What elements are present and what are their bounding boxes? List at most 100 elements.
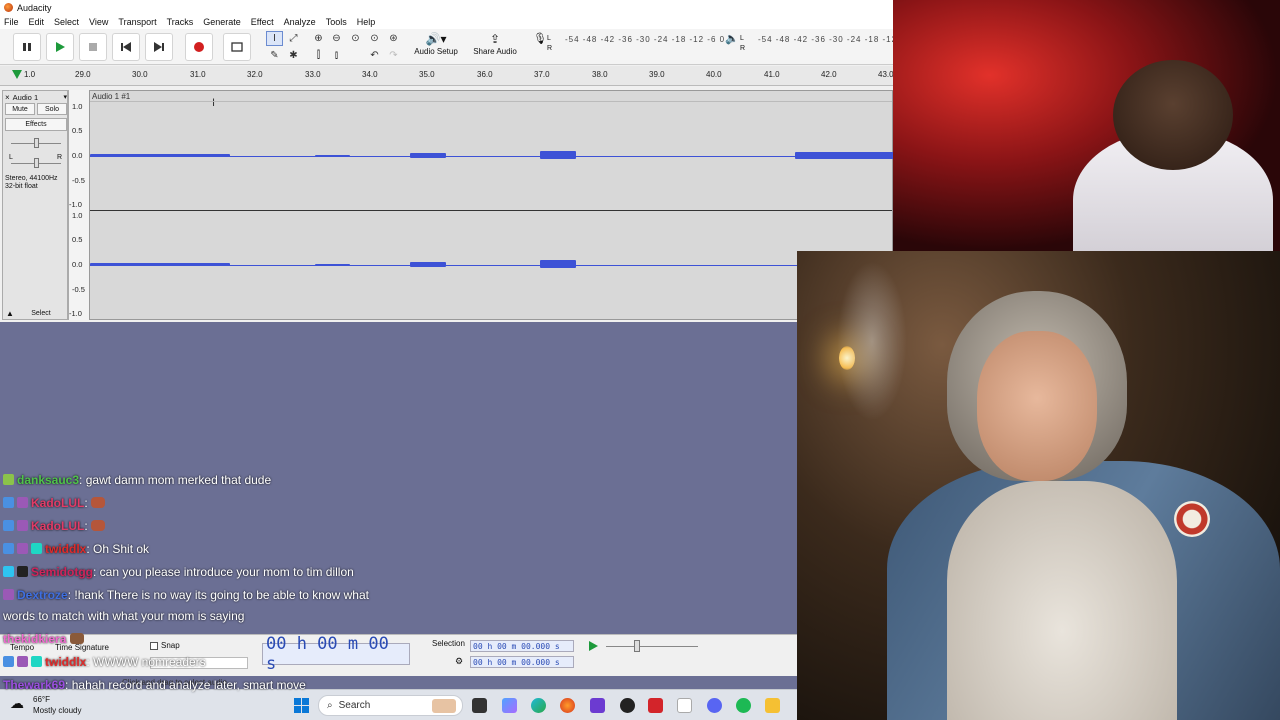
- ruler-tick: 38.0: [592, 70, 608, 79]
- task-view-icon[interactable]: [472, 698, 487, 713]
- selection-end-field[interactable]: 00 h 00 m 00.000 s: [470, 656, 574, 668]
- menu-help[interactable]: Help: [357, 17, 376, 27]
- obs-icon[interactable]: [620, 698, 635, 713]
- close-track-icon[interactable]: ×: [5, 93, 10, 102]
- taskbar-search-box[interactable]: ⌕ Search: [318, 695, 463, 716]
- silence-button[interactable]: ⫾: [328, 48, 345, 63]
- meter-l-label: L: [547, 35, 551, 42]
- scale-label: 0.0: [72, 151, 83, 160]
- timeline-ruler[interactable]: 1.0 29.0 30.0 31.0 32.0 33.0 34.0 35.0 3…: [0, 66, 894, 86]
- audio-setup-button[interactable]: 🔊▾ Audio Setup: [412, 31, 460, 63]
- speaker-meter-icon: 🔈: [725, 33, 739, 45]
- multi-tool[interactable]: ✱: [285, 48, 302, 63]
- playback-meter[interactable]: -54 -48 -42 -36 -30 -24 -18 -12 -6 L R: [740, 31, 908, 57]
- zoom-out-icon: ⊖: [332, 33, 341, 44]
- ruler-tick: 35.0: [419, 70, 435, 79]
- play-speed-thumb[interactable]: [634, 640, 640, 652]
- chat-badge-icon: [3, 520, 14, 531]
- track-name-row[interactable]: × Audio 1 ▾: [5, 92, 67, 102]
- undo-button[interactable]: ↶: [366, 48, 383, 63]
- waveform-clip[interactable]: Audio 1 #1 I: [89, 90, 894, 320]
- chat-message: thekidkiera: [3, 632, 84, 646]
- chat-badge-icon: [3, 566, 14, 577]
- ruler-tick: 33.0: [305, 70, 321, 79]
- chat-username: KadoLUL: [31, 519, 85, 533]
- webcam-feed: [893, 0, 1280, 251]
- app-icon[interactable]: [590, 698, 605, 713]
- search-placeholder: Search: [338, 700, 371, 711]
- pan-slider-thumb[interactable]: [34, 158, 39, 168]
- selection-tool[interactable]: I: [266, 31, 283, 46]
- discord-icon[interactable]: [707, 698, 722, 713]
- menu-view[interactable]: View: [89, 17, 108, 27]
- spotify-icon[interactable]: [736, 698, 751, 713]
- chat-message: words to match with what your mom is say…: [3, 609, 244, 623]
- zoom-in-button[interactable]: ⊕: [310, 31, 327, 46]
- vertical-scale[interactable]: 1.0 0.5 0.0 -0.5 -1.0 1.0 0.5 0.0 -0.5 -…: [68, 90, 89, 320]
- menu-edit[interactable]: Edit: [29, 17, 45, 27]
- fit-selection-button[interactable]: ⊙: [347, 31, 364, 46]
- menu-effect[interactable]: Effect: [251, 17, 274, 27]
- gain-slider-thumb[interactable]: [34, 138, 39, 148]
- zoom-toggle-button[interactable]: ⊛: [385, 31, 402, 46]
- settings-gear-icon[interactable]: ⚙: [455, 656, 463, 667]
- selection-label: Selection: [432, 639, 465, 648]
- pause-button[interactable]: [13, 33, 41, 61]
- ruler-tick: 39.0: [649, 70, 665, 79]
- record-meter[interactable]: -54 -48 -42 -36 -30 -24 -18 -12 -6 0 L R: [547, 31, 724, 57]
- windows-start-icon[interactable]: [294, 698, 309, 713]
- chat-text: : hahah record and analyze later, smart …: [65, 678, 306, 692]
- clip-name[interactable]: Audio 1 #1: [92, 92, 130, 101]
- time-display[interactable]: 00 h 00 m 00 s: [262, 634, 410, 674]
- effects-button[interactable]: Effects: [5, 118, 67, 131]
- track-menu-chevron-icon[interactable]: ▾: [63, 93, 67, 101]
- fit-project-button[interactable]: ⊙: [366, 31, 383, 46]
- menu-select[interactable]: Select: [54, 17, 79, 27]
- scale-label: 0.5: [72, 235, 83, 244]
- edge-icon[interactable]: [531, 698, 546, 713]
- skip-start-icon: [121, 42, 131, 52]
- skip-to-start-button[interactable]: [112, 33, 140, 61]
- share-audio-button[interactable]: ⇪ Share Audio: [470, 31, 520, 63]
- loop-button[interactable]: [223, 33, 251, 61]
- chat-badge-icon: [31, 543, 42, 554]
- menu-analyze[interactable]: Analyze: [284, 17, 316, 27]
- audio-setup-label: Audio Setup: [414, 47, 458, 56]
- file-explorer-icon[interactable]: [765, 698, 780, 713]
- chat-message: Dextroze: !hank There is no way its goin…: [3, 588, 369, 602]
- itunes-icon[interactable]: [677, 698, 692, 713]
- waveform-burst: [410, 153, 446, 158]
- skip-to-end-button[interactable]: [145, 33, 173, 61]
- mute-button[interactable]: Mute: [5, 103, 35, 115]
- solo-button[interactable]: Solo: [37, 103, 67, 115]
- zoom-out-button[interactable]: ⊖: [328, 31, 345, 46]
- app-red-icon[interactable]: [648, 698, 663, 713]
- share-icon: ⇪: [489, 32, 501, 46]
- chat-message: KadoLUL:: [3, 519, 106, 533]
- copilot-icon[interactable]: [502, 698, 517, 713]
- firefox-icon[interactable]: [560, 698, 575, 713]
- zoom-toggle-icon: ⊛: [389, 33, 398, 44]
- play-button[interactable]: [46, 33, 74, 61]
- menu-file[interactable]: File: [4, 17, 19, 27]
- draw-tool[interactable]: ✎: [266, 48, 283, 63]
- redo-button[interactable]: ↷: [385, 48, 402, 63]
- snap-checkbox[interactable]: Snap: [150, 641, 180, 650]
- ruler-tick: 36.0: [477, 70, 493, 79]
- record-button[interactable]: [185, 33, 213, 61]
- envelope-tool[interactable]: ⤢: [285, 31, 302, 46]
- menu-transport[interactable]: Transport: [118, 17, 156, 27]
- selection-start-field[interactable]: 00 h 00 m 00.000 s: [470, 640, 574, 652]
- menu-tracks[interactable]: Tracks: [167, 17, 194, 27]
- menu-generate[interactable]: Generate: [203, 17, 241, 27]
- collapse-track-icon[interactable]: ▲: [6, 309, 14, 318]
- play-at-speed-icon[interactable]: [588, 641, 598, 651]
- menu-tools[interactable]: Tools: [326, 17, 347, 27]
- select-track-button[interactable]: Select: [17, 307, 65, 319]
- chat-badge-icon: [3, 497, 14, 508]
- play-speed-slider[interactable]: [606, 646, 698, 647]
- stop-button[interactable]: [79, 33, 107, 61]
- trim-button[interactable]: ⫿: [310, 48, 327, 63]
- chat-text: :: [84, 496, 88, 510]
- ruler-tick: 31.0: [190, 70, 206, 79]
